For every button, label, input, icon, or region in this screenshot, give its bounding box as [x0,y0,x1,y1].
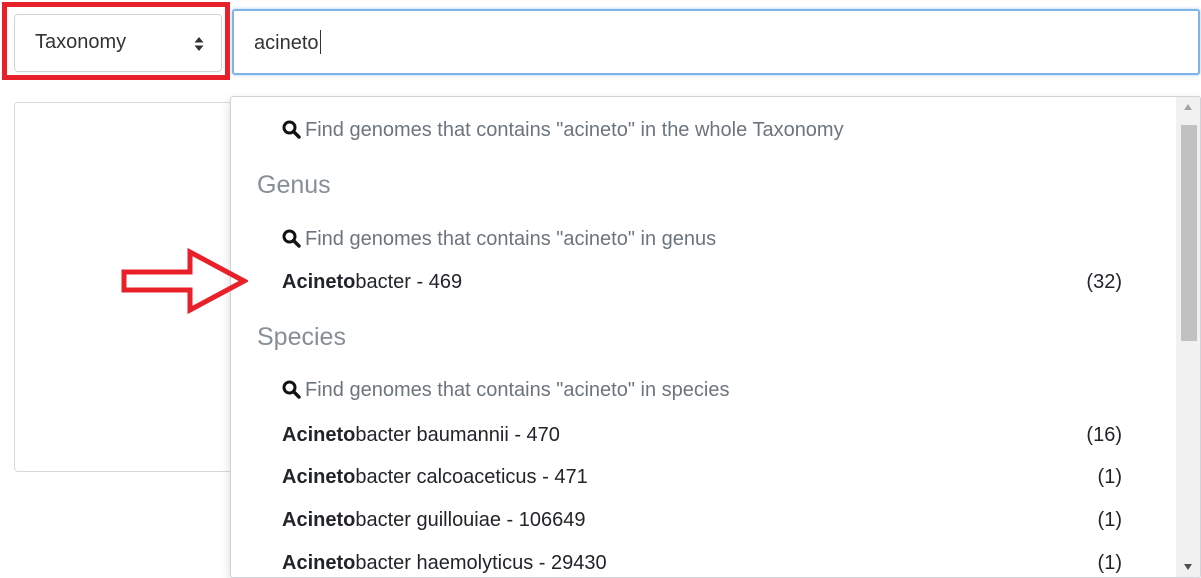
species-result-item[interactable]: Acinetobacter haemolyticus - 29430 (1) [282,552,1122,577]
result-count: (16) [1086,424,1122,446]
find-all-taxonomy-option[interactable]: Find genomes that contains "acineto" in … [282,119,844,142]
result-match-text: Acineto [282,466,356,488]
result-match-text: Acineto [282,552,356,574]
result-match-text: Acineto [282,271,356,293]
genus-result-item[interactable]: Acinetobacter - 469 (32) [282,271,1122,301]
scrollbar-thumb[interactable] [1181,125,1197,341]
find-in-genus-option[interactable]: Find genomes that contains "acineto" in … [282,228,716,251]
species-result-item[interactable]: Acinetobacter calcoaceticus - 471 (1) [282,466,1122,496]
search-icon [282,229,301,248]
result-match-text: Acineto [282,424,356,446]
species-section-header: Species [257,323,346,351]
find-all-label: Find genomes that contains "acineto" in … [305,119,844,141]
result-count: (1) [1097,509,1122,531]
species-result-item[interactable]: Acinetobacter guillouiae - 106649 (1) [282,509,1122,539]
result-rest-text: bacter haemolyticus - 29430 [355,552,607,574]
scroll-up-icon[interactable] [1183,103,1193,111]
find-in-species-label: Find genomes that contains "acineto" in … [305,379,730,401]
result-count: (1) [1097,552,1122,574]
red-arrow-annotation [121,247,248,315]
search-icon [282,120,301,139]
result-rest-text: bacter baumannii - 470 [355,424,560,446]
find-in-genus-label: Find genomes that contains "acineto" in … [305,228,717,250]
autocomplete-dropdown: Find genomes that contains "acineto" in … [230,96,1201,578]
find-in-species-option[interactable]: Find genomes that contains "acineto" in … [282,379,729,402]
result-count: (32) [1086,271,1122,293]
genus-section-header: Genus [257,171,331,199]
result-rest-text: bacter guillouiae - 106649 [355,509,586,531]
search-input-value: acineto [254,30,321,54]
select-arrows-icon [194,37,204,51]
result-count: (1) [1097,466,1122,488]
search-icon [282,380,301,399]
species-result-item[interactable]: Acinetobacter baumannii - 470 (16) [282,424,1122,454]
search-input[interactable]: acineto [232,9,1200,75]
search-scope-select[interactable]: Taxonomy [14,14,222,72]
result-rest-text: bacter - 469 [355,271,463,293]
scroll-down-icon[interactable] [1183,563,1193,571]
result-rest-text: bacter calcoaceticus - 471 [355,466,588,488]
search-scope-value: Taxonomy [35,31,127,53]
result-match-text: Acineto [282,509,356,531]
dropdown-scrollbar[interactable] [1176,97,1200,577]
text-caret [319,30,321,54]
